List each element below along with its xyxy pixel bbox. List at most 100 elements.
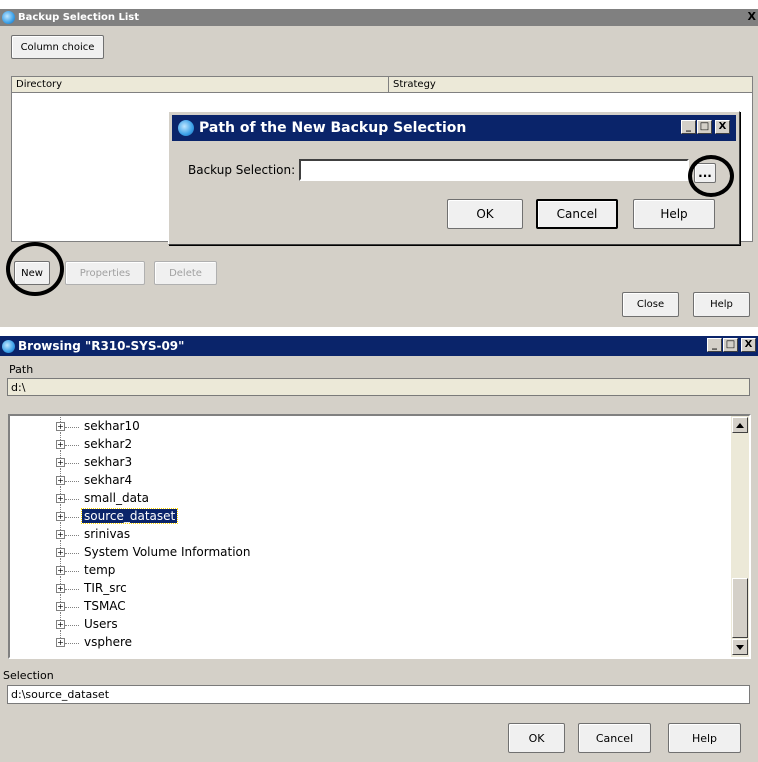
selection-label: Selection bbox=[3, 669, 54, 682]
expand-plus-icon[interactable]: + bbox=[56, 566, 65, 575]
path-field: d:\ bbox=[7, 378, 750, 396]
tree-item[interactable]: + source_dataset bbox=[10, 504, 702, 526]
tree-connector-dash bbox=[65, 427, 79, 428]
column-header-strategy[interactable]: Strategy bbox=[389, 77, 752, 92]
expand-plus-icon[interactable]: + bbox=[56, 548, 65, 557]
column-choice-button[interactable]: Column choice bbox=[11, 35, 104, 59]
tree-item-label: Users bbox=[84, 617, 118, 631]
column-header-directory[interactable]: Directory bbox=[12, 77, 389, 92]
tree-item[interactable]: + sekhar4 bbox=[10, 468, 702, 490]
expand-plus-icon[interactable]: + bbox=[56, 440, 65, 449]
tree-connector-line bbox=[60, 612, 61, 620]
expand-plus-icon[interactable]: + bbox=[56, 620, 65, 629]
scrollbar-thumb[interactable] bbox=[732, 578, 748, 638]
tree-connector-dash bbox=[65, 625, 79, 626]
tree-connector-line bbox=[60, 594, 61, 602]
table-header: Directory Strategy bbox=[12, 77, 752, 93]
tree-connector-line bbox=[60, 558, 61, 566]
path-dialog-titlebar: Path of the New Backup Selection _ □ X bbox=[172, 115, 736, 141]
cancel-button[interactable]: Cancel bbox=[578, 723, 651, 753]
maximize-button[interactable]: □ bbox=[697, 120, 712, 134]
scroll-down-arrow-icon[interactable] bbox=[732, 639, 748, 655]
tree-connector-dash bbox=[65, 553, 79, 554]
tree-item[interactable]: + temp bbox=[10, 558, 702, 580]
tree-item[interactable]: + Users bbox=[10, 612, 702, 634]
path-dialog: Path of the New Backup Selection _ □ X B… bbox=[168, 111, 740, 245]
help-button[interactable]: Help bbox=[693, 292, 750, 317]
help-button[interactable]: Help bbox=[633, 199, 715, 229]
path-dialog-title: Path of the New Backup Selection bbox=[199, 120, 467, 136]
gear-globe-icon bbox=[178, 120, 194, 136]
tree-connector-line bbox=[60, 522, 61, 530]
folder-tree[interactable]: + sekhar10 + sekhar2 + sekhar3 + sekhar4 + small_… bbox=[8, 414, 751, 659]
properties-button[interactable]: Properties bbox=[65, 261, 145, 285]
maximize-button[interactable]: □ bbox=[723, 338, 738, 352]
expand-plus-icon[interactable]: + bbox=[56, 512, 65, 521]
tree-item[interactable]: + System Volume Information bbox=[10, 540, 702, 562]
close-button[interactable]: Close bbox=[622, 292, 679, 317]
tree-item-label: sekhar4 bbox=[84, 473, 133, 487]
path-label: Path bbox=[9, 363, 34, 376]
expand-plus-icon[interactable]: + bbox=[56, 476, 65, 485]
tree-item[interactable]: + small_data bbox=[10, 486, 702, 508]
tree-connector-line bbox=[60, 540, 61, 548]
close-icon[interactable]: X bbox=[748, 10, 756, 23]
tree-item[interactable]: + sekhar3 bbox=[10, 450, 702, 472]
tree-item-label: small_data bbox=[84, 491, 149, 505]
new-button-highlight-circle bbox=[6, 242, 64, 296]
expand-plus-icon[interactable]: + bbox=[56, 602, 65, 611]
minimize-button[interactable]: _ bbox=[707, 338, 722, 352]
close-button[interactable]: X bbox=[715, 120, 730, 134]
tree-connector-line bbox=[60, 432, 61, 440]
ok-button[interactable]: OK bbox=[447, 199, 523, 229]
backup-selection-input[interactable] bbox=[299, 159, 689, 181]
tree-connector-dash bbox=[65, 607, 79, 608]
vertical-scrollbar[interactable] bbox=[731, 416, 749, 657]
tree-connector-dash bbox=[65, 499, 79, 500]
tree-connector-line bbox=[60, 576, 61, 584]
browsing-titlebar: Browsing "R310-SYS-09" _ □ X bbox=[0, 336, 758, 356]
cancel-button[interactable]: Cancel bbox=[536, 199, 618, 229]
tree-item[interactable]: + sekhar10 bbox=[10, 416, 702, 436]
tree-connector-dash bbox=[65, 571, 79, 572]
tree-connector-line bbox=[60, 486, 61, 494]
tree-item-label: source_dataset bbox=[80, 508, 179, 524]
tree-item[interactable]: + sekhar2 bbox=[10, 432, 702, 454]
tree-item-label: srinivas bbox=[84, 527, 131, 541]
scroll-up-arrow-icon[interactable] bbox=[732, 417, 748, 433]
tree-item[interactable]: + srinivas bbox=[10, 522, 702, 544]
tree-connector-line bbox=[60, 630, 61, 638]
tree-connector-line bbox=[60, 450, 61, 458]
help-button[interactable]: Help bbox=[668, 723, 741, 753]
tree-item-label: sekhar10 bbox=[84, 419, 140, 433]
expand-plus-icon[interactable]: + bbox=[56, 422, 65, 431]
tree-item-label: sekhar3 bbox=[84, 455, 133, 469]
browsing-window: Browsing "R310-SYS-09" _ □ X Path d:\ + s… bbox=[0, 336, 758, 762]
expand-plus-icon[interactable]: + bbox=[56, 458, 65, 467]
expand-plus-icon[interactable]: + bbox=[56, 530, 65, 539]
tree-connector-dash bbox=[65, 481, 79, 482]
close-button[interactable]: X bbox=[741, 338, 756, 352]
tree-item-label: TIR_src bbox=[84, 581, 127, 595]
backup-list-titlebar: Backup Selection List X bbox=[0, 9, 758, 26]
tree-connector-line bbox=[60, 504, 61, 512]
minimize-button[interactable]: _ bbox=[681, 120, 696, 134]
tree-item[interactable]: + vsphere bbox=[10, 630, 702, 652]
delete-button[interactable]: Delete bbox=[154, 261, 217, 285]
expand-plus-icon[interactable]: + bbox=[56, 584, 65, 593]
tree-item-label: vsphere bbox=[84, 635, 133, 649]
tree-item-label: sekhar2 bbox=[84, 437, 133, 451]
selection-field[interactable]: d:\source_dataset bbox=[7, 685, 750, 704]
expand-plus-icon[interactable]: + bbox=[56, 494, 65, 503]
folder-tree-rows: + sekhar10 + sekhar2 + sekhar3 + sekhar4 + small_… bbox=[10, 416, 722, 656]
tree-item-label: temp bbox=[84, 563, 116, 577]
tree-connector-line bbox=[60, 468, 61, 476]
backup-list-title: Backup Selection List bbox=[18, 12, 140, 23]
browse-button-highlight-circle bbox=[688, 155, 734, 197]
tree-item[interactable]: + TSMAC bbox=[10, 594, 702, 616]
ok-button[interactable]: OK bbox=[508, 723, 565, 753]
tree-connector-dash bbox=[65, 463, 79, 464]
expand-plus-icon[interactable]: + bbox=[56, 638, 65, 647]
tree-item[interactable]: + TIR_src bbox=[10, 576, 702, 598]
tree-connector-dash bbox=[65, 445, 79, 446]
